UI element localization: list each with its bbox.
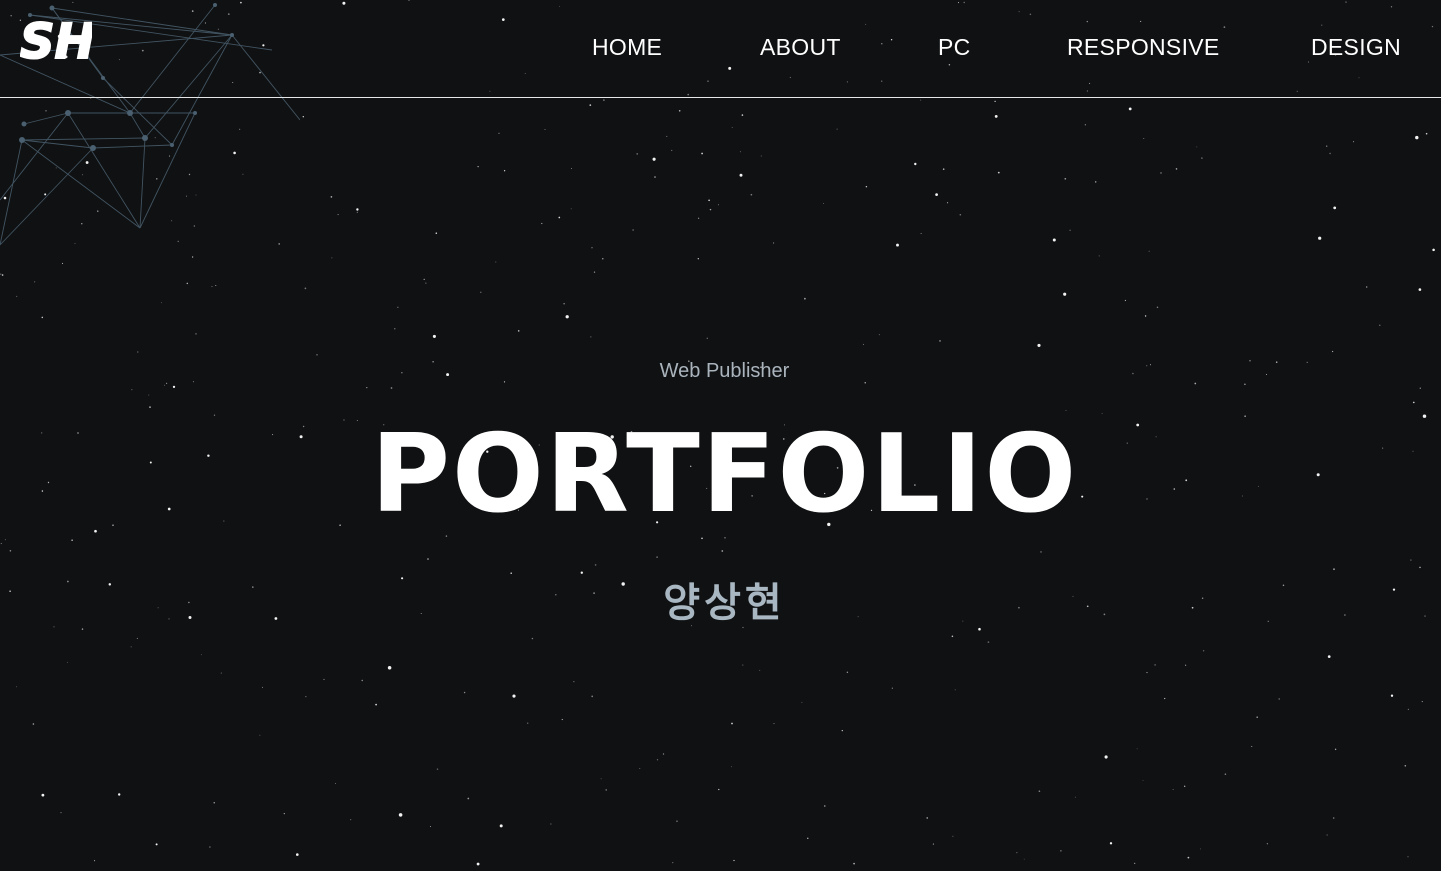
portfolio-page: SH HOME ABOUT PC RESPONSIVE DESIGN Web P… <box>0 0 1441 871</box>
hero-subtitle: Web Publisher <box>659 360 790 382</box>
hero-section: Web Publisher PORTFOLIO 양상현 <box>0 0 1441 871</box>
hero-title: PORTFOLIO <box>370 412 1079 537</box>
author-name: 양상현 <box>663 580 786 626</box>
